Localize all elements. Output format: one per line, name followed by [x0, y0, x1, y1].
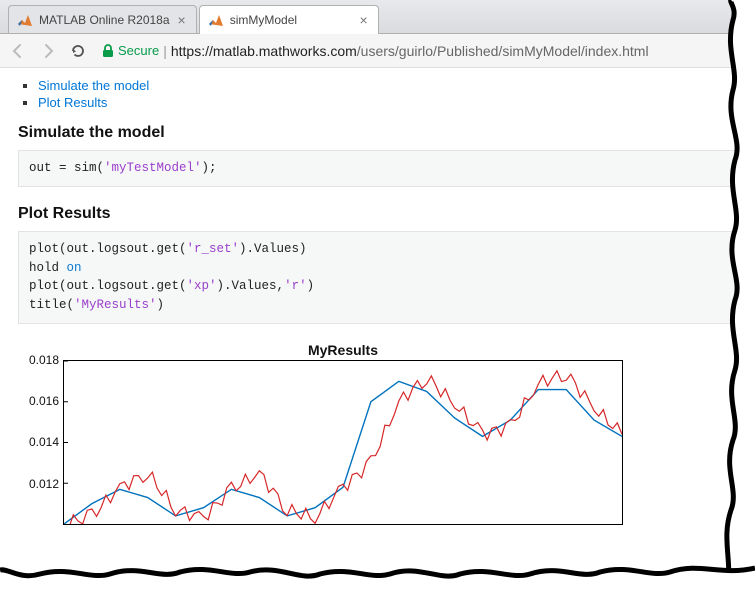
forward-button[interactable] — [38, 41, 58, 61]
browser-tab-strip: MATLAB Online R2018a × simMyModel × — [0, 0, 755, 34]
close-icon[interactable]: × — [176, 12, 188, 28]
toc-item: Plot Results — [38, 95, 737, 110]
secure-label: Secure — [118, 43, 159, 58]
chart-title: MyResults — [63, 342, 623, 358]
chart: MyResults 0.0120.0140.0160.018 — [63, 342, 623, 525]
browser-tab-simmymodel[interactable]: simMyModel × — [199, 5, 379, 34]
page-content: Simulate the model Plot Results Simulate… — [0, 68, 755, 525]
browser-tab-matlab[interactable]: MATLAB Online R2018a × — [8, 5, 197, 33]
toc-link-plot[interactable]: Plot Results — [38, 95, 107, 110]
chart-axes — [63, 360, 623, 525]
reload-button[interactable] — [68, 41, 88, 61]
address-bar[interactable]: Secure | https://matlab.mathworks.com/us… — [98, 43, 747, 59]
toc-item: Simulate the model — [38, 78, 737, 93]
tab-label: MATLAB Online R2018a — [39, 13, 170, 27]
chart-plot-area — [64, 361, 622, 524]
code-block-plot: plot(out.logsout.get('r_set').Values) ho… — [18, 231, 737, 324]
back-button[interactable] — [8, 41, 28, 61]
y-axis-ticks: 0.0120.0140.0160.018 — [13, 354, 59, 526]
close-icon[interactable]: × — [358, 12, 370, 28]
section-heading-plot: Plot Results — [18, 205, 737, 223]
url-text: https://matlab.mathworks.com/users/guirl… — [171, 43, 649, 59]
browser-nav-bar: Secure | https://matlab.mathworks.com/us… — [0, 34, 755, 68]
toc-link-simulate[interactable]: Simulate the model — [38, 78, 149, 93]
code-block-simulate: out = sim('myTestModel'); — [18, 150, 737, 187]
table-of-contents: Simulate the model Plot Results — [38, 78, 737, 110]
tab-label: simMyModel — [230, 13, 352, 27]
matlab-icon — [208, 12, 224, 28]
section-heading-simulate: Simulate the model — [18, 124, 737, 142]
matlab-icon — [17, 12, 33, 28]
torn-edge-bottom — [0, 558, 755, 594]
lock-icon: Secure — [102, 43, 159, 58]
